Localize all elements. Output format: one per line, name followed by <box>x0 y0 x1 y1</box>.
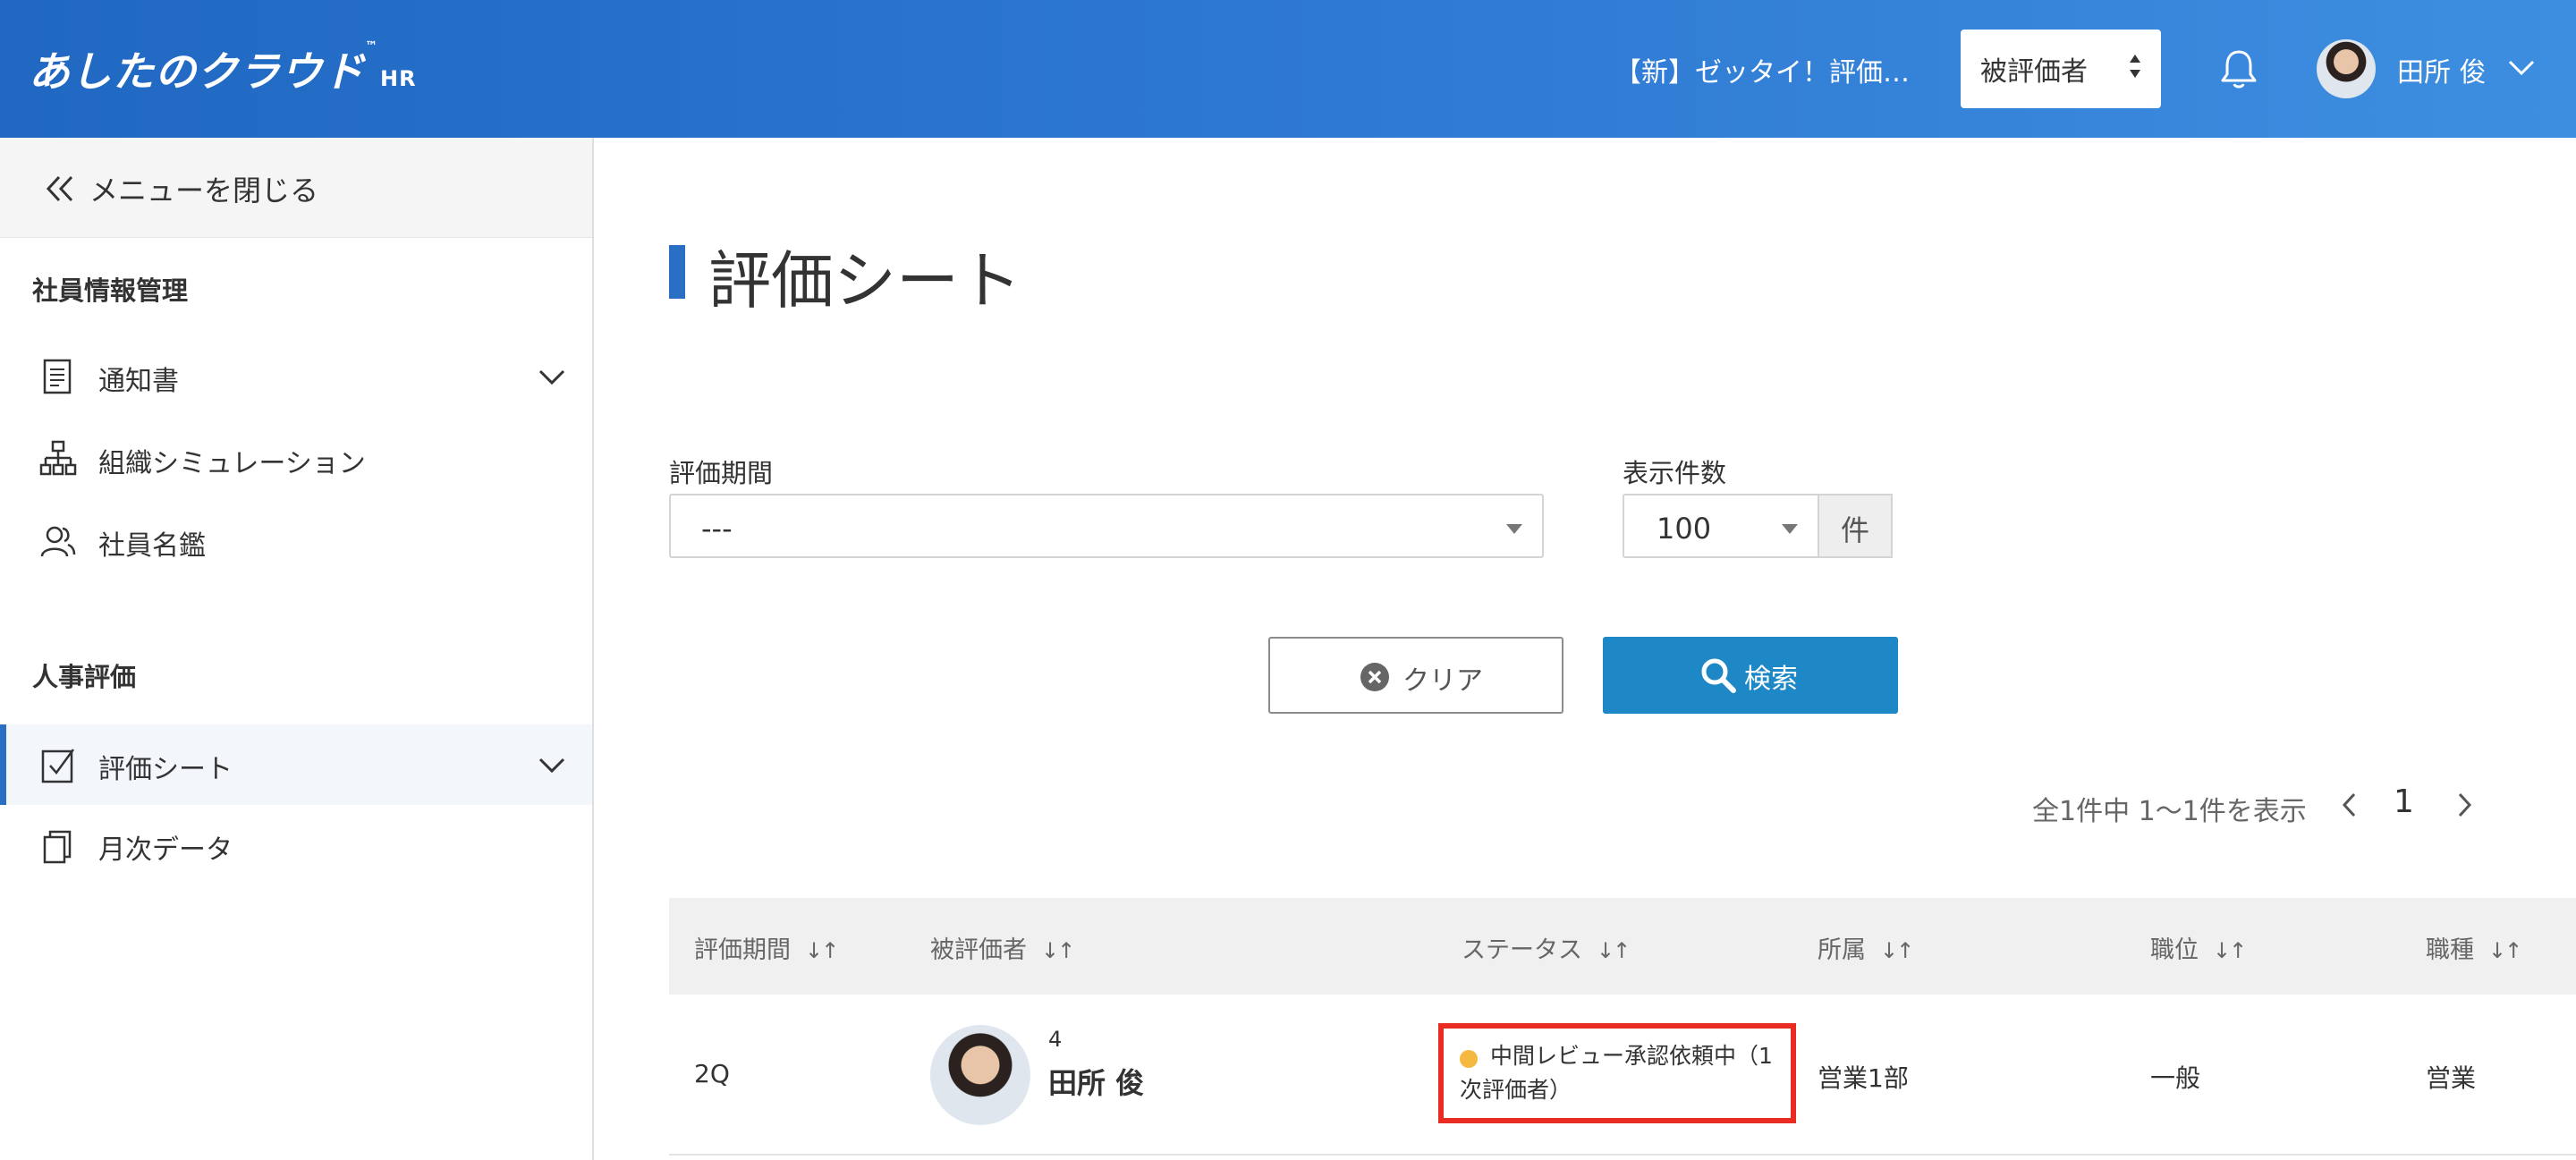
role-select[interactable]: 被評価者 <box>1961 30 2161 108</box>
user-name[interactable]: 田所 俊 <box>2397 50 2487 89</box>
logo-text: あしたのクラウド <box>29 47 365 96</box>
employee-name[interactable]: 田所 俊 <box>1048 1061 1144 1102</box>
cell-job-type: 営業 <box>2426 1063 2477 1093</box>
status-text: 中間レビュー承認依頼中（1次評価者） <box>1460 1043 1773 1103</box>
count-unit: 件 <box>1818 494 1893 558</box>
employee-avatar <box>930 1025 1030 1125</box>
caret-down-icon <box>1506 524 1522 534</box>
company-name[interactable]: 【新】ゼッタイ！評価… <box>1614 50 1910 89</box>
sidebar: メニューを閉じる 社員情報管理 通知書 組織シミュレーション 社員名鑑 人事評価… <box>0 138 594 1160</box>
column-label: 職位 <box>2150 936 2199 964</box>
count-select-value: 100 <box>1657 512 1712 546</box>
column-header-position[interactable]: 職位 ↓↑ <box>2150 930 2247 965</box>
section-title-hr-evaluation: 人事評価 <box>32 662 137 692</box>
user-avatar[interactable] <box>2317 39 2376 98</box>
status-cell: 中間レビュー承認依頼中（1次評価者） <box>1438 1023 1796 1123</box>
document-icon <box>43 359 72 394</box>
page-title-accent <box>669 245 685 299</box>
updown-arrows-icon <box>2130 55 2140 78</box>
checksheet-icon <box>41 749 75 783</box>
page-number[interactable]: 1 <box>2394 783 2414 820</box>
cell-department: 営業1部 <box>1818 1063 1909 1093</box>
chevron-down-icon[interactable] <box>2506 54 2537 80</box>
chevron-left-icon[interactable] <box>2336 789 2363 821</box>
app-header: あしたのクラウド™HR 【新】ゼッタイ！評価… 被評価者 田所 俊 <box>0 0 2576 138</box>
app-logo[interactable]: あしたのクラウド™HR <box>29 39 417 98</box>
table-row[interactable]: 2Q 4 田所 俊 中間レビュー承認依頼中（1次評価者） 営業1部 一般 営業 <box>669 995 2576 1156</box>
column-label: 評価期間 <box>694 936 791 964</box>
sort-icon: ↓↑ <box>2213 938 2247 963</box>
close-menu-button[interactable]: メニューを閉じる <box>0 138 592 238</box>
chevron-down-icon <box>538 758 565 774</box>
search-button[interactable]: 検索 <box>1603 637 1898 714</box>
column-header-status[interactable]: ステータス ↓↑ <box>1462 930 1631 965</box>
period-label: 評価期間 <box>669 458 774 488</box>
sidebar-item-label: 評価シート <box>98 754 233 785</box>
clear-circle-icon <box>1360 663 1389 691</box>
search-button-label: 検索 <box>1744 664 1798 695</box>
section-title-employee-info: 社員情報管理 <box>32 275 189 306</box>
people-icon <box>40 526 76 557</box>
chevron-right-icon[interactable] <box>2451 789 2478 821</box>
clear-button-label: クリア <box>1402 665 1483 697</box>
search-icon <box>1701 658 1736 693</box>
sidebar-item-monthly-data[interactable]: 月次データ <box>0 805 592 885</box>
column-header-job-type[interactable]: 職種 ↓↑ <box>2426 930 2522 965</box>
role-select-value: 被評価者 <box>1980 56 2088 88</box>
logo-tm: ™ <box>365 39 378 54</box>
column-label: 被評価者 <box>930 936 1027 964</box>
sidebar-item-label: 月次データ <box>98 834 233 866</box>
column-label: ステータス <box>1462 936 1582 964</box>
sort-icon: ↓↑ <box>1597 938 1631 963</box>
table-header: 評価期間 ↓↑ 被評価者 ↓↑ ステータス ↓↑ 所属 ↓↑ 職位 ↓↑ 職種 ↓↑ <box>669 898 2576 995</box>
logo-suffix: HR <box>380 66 417 91</box>
result-count: 全1件中 1〜1件を表示 <box>2032 796 2307 827</box>
sort-icon: ↓↑ <box>805 938 839 963</box>
sort-icon: ↓↑ <box>2488 938 2522 963</box>
close-menu-label: メニューを閉じる <box>89 174 319 207</box>
caret-down-icon <box>1782 524 1798 534</box>
employee-number: 4 <box>1048 1027 1063 1052</box>
sort-icon: ↓↑ <box>1041 938 1075 963</box>
period-select[interactable]: --- <box>669 494 1544 558</box>
count-label: 表示件数 <box>1623 458 1727 488</box>
column-header-department[interactable]: 所属 ↓↑ <box>1818 930 1914 965</box>
bell-icon[interactable] <box>2218 47 2259 91</box>
column-header-employee[interactable]: 被評価者 ↓↑ <box>930 930 1075 965</box>
column-label: 職種 <box>2426 936 2474 964</box>
sidebar-item-label: 社員名鑑 <box>98 530 206 562</box>
double-chevron-left-icon <box>46 175 73 202</box>
column-header-period[interactable]: 評価期間 ↓↑ <box>694 930 839 965</box>
count-select[interactable]: 100 <box>1623 494 1819 558</box>
org-chart-icon <box>39 440 77 476</box>
copy-icon <box>43 830 72 864</box>
sort-icon: ↓↑ <box>1880 938 1914 963</box>
chevron-down-icon <box>538 369 565 385</box>
sidebar-item-label: 通知書 <box>98 366 179 397</box>
sidebar-item-notice[interactable]: 通知書 <box>0 336 592 417</box>
page-title: 評価シート <box>708 244 1021 318</box>
sidebar-item-evaluation-sheet[interactable]: 評価シート <box>0 724 592 805</box>
sidebar-item-directory[interactable]: 社員名鑑 <box>0 501 592 581</box>
cell-position: 一般 <box>2150 1063 2201 1093</box>
sidebar-item-org-simulation[interactable]: 組織シミュレーション <box>0 419 592 499</box>
period-select-value: --- <box>701 512 733 546</box>
sidebar-item-label: 組織シミュレーション <box>98 448 366 479</box>
cell-period: 2Q <box>694 1059 730 1088</box>
clear-button[interactable]: クリア <box>1268 637 1563 714</box>
column-label: 所属 <box>1818 936 1866 964</box>
